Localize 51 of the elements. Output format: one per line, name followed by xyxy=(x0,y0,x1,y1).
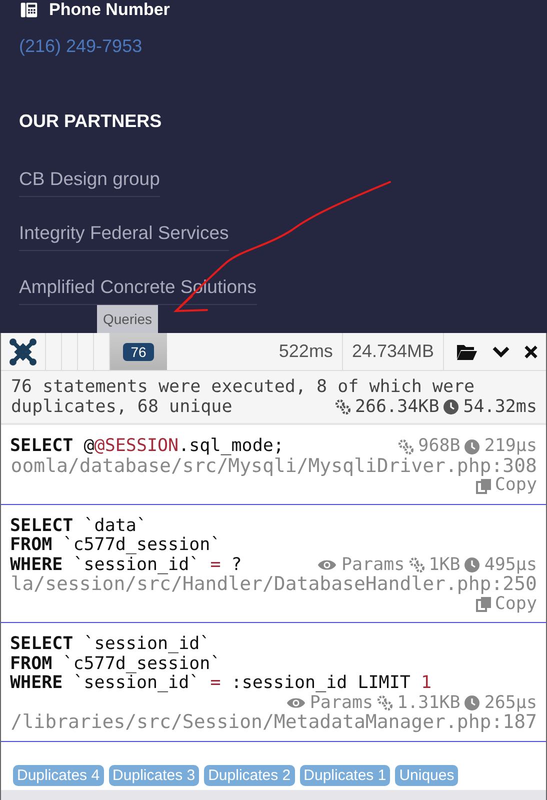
params-link[interactable]: Params xyxy=(341,556,405,575)
filter-button[interactable]: Duplicates 4 xyxy=(13,765,104,786)
copy-icon xyxy=(476,478,492,494)
request-time: 522ms xyxy=(270,333,343,370)
source-path: /libraries/src/Session/MetadataManager.php:187 xyxy=(10,713,537,732)
sql-line: FROM `c577d_session` xyxy=(10,536,221,556)
sql-line: SELECT `session_id` xyxy=(10,635,210,654)
query-time: 265µs xyxy=(484,694,537,713)
filter-button[interactable]: Duplicates 1 xyxy=(300,765,390,786)
partners-heading: OUR PARTNERS xyxy=(19,111,162,132)
summary-time: 54.32ms xyxy=(463,397,537,417)
clock-icon xyxy=(464,557,480,574)
query-memory: 1KB xyxy=(428,556,460,574)
query-time: 219µs xyxy=(484,437,537,456)
joomla-logo-icon[interactable] xyxy=(9,338,37,366)
close-icon[interactable] xyxy=(524,344,538,358)
params-link[interactable]: Params xyxy=(310,694,374,713)
contact-label: Phone Number xyxy=(49,0,170,20)
filter-button[interactable]: Duplicates 3 xyxy=(108,765,200,786)
clock-icon xyxy=(464,695,480,712)
query-memory: 1.31KB xyxy=(397,694,460,713)
sql-line: SELECT `data` xyxy=(10,516,147,536)
gears-icon xyxy=(377,695,394,712)
queries-tooltip: Queries xyxy=(97,305,158,333)
gears-icon xyxy=(408,557,425,574)
memory-usage: 24.734MB xyxy=(342,333,444,370)
sql-line: WHERE `session_id` = ? xyxy=(10,556,242,574)
filter-button[interactable]: Uniques xyxy=(395,765,458,786)
sql-line: WHERE `session_id` = :session_id LIMIT 1 xyxy=(10,674,432,694)
partner-link[interactable]: CB Design group xyxy=(19,168,160,197)
source-path: la/session/src/Handler/DatabaseHandler.php:250 xyxy=(10,575,537,594)
copy-icon xyxy=(476,596,492,612)
gears-icon xyxy=(398,438,414,455)
sql-line: FROM `c577d_session` xyxy=(10,654,221,674)
summary-text: duplicates, 68 unique xyxy=(11,397,232,417)
summary-memory: 266.34KB xyxy=(354,397,440,417)
query-memory: 968B xyxy=(418,437,460,456)
source-path: oomla/database/src/Mysqli/MysqliDriver.php:308 xyxy=(10,456,537,476)
gears-icon xyxy=(334,399,351,415)
clock-icon xyxy=(443,399,460,415)
partner-link[interactable]: Integrity Federal Services xyxy=(19,222,229,251)
phone-link[interactable]: (216) 249-7953 xyxy=(19,36,142,57)
copy-button[interactable]: Copy xyxy=(476,476,537,496)
query-time: 495µs xyxy=(484,556,537,574)
folder-icon[interactable] xyxy=(456,342,478,360)
summary-text: 76 statements were executed, 8 of which were xyxy=(11,377,475,397)
sql-line: SELECT @@SESSION.sql_mode; xyxy=(10,437,284,456)
queries-tab[interactable]: 76 xyxy=(109,333,167,370)
clock-icon xyxy=(464,438,480,455)
copy-button[interactable]: Copy xyxy=(476,594,537,614)
filter-button[interactable]: Duplicates 2 xyxy=(204,765,295,786)
